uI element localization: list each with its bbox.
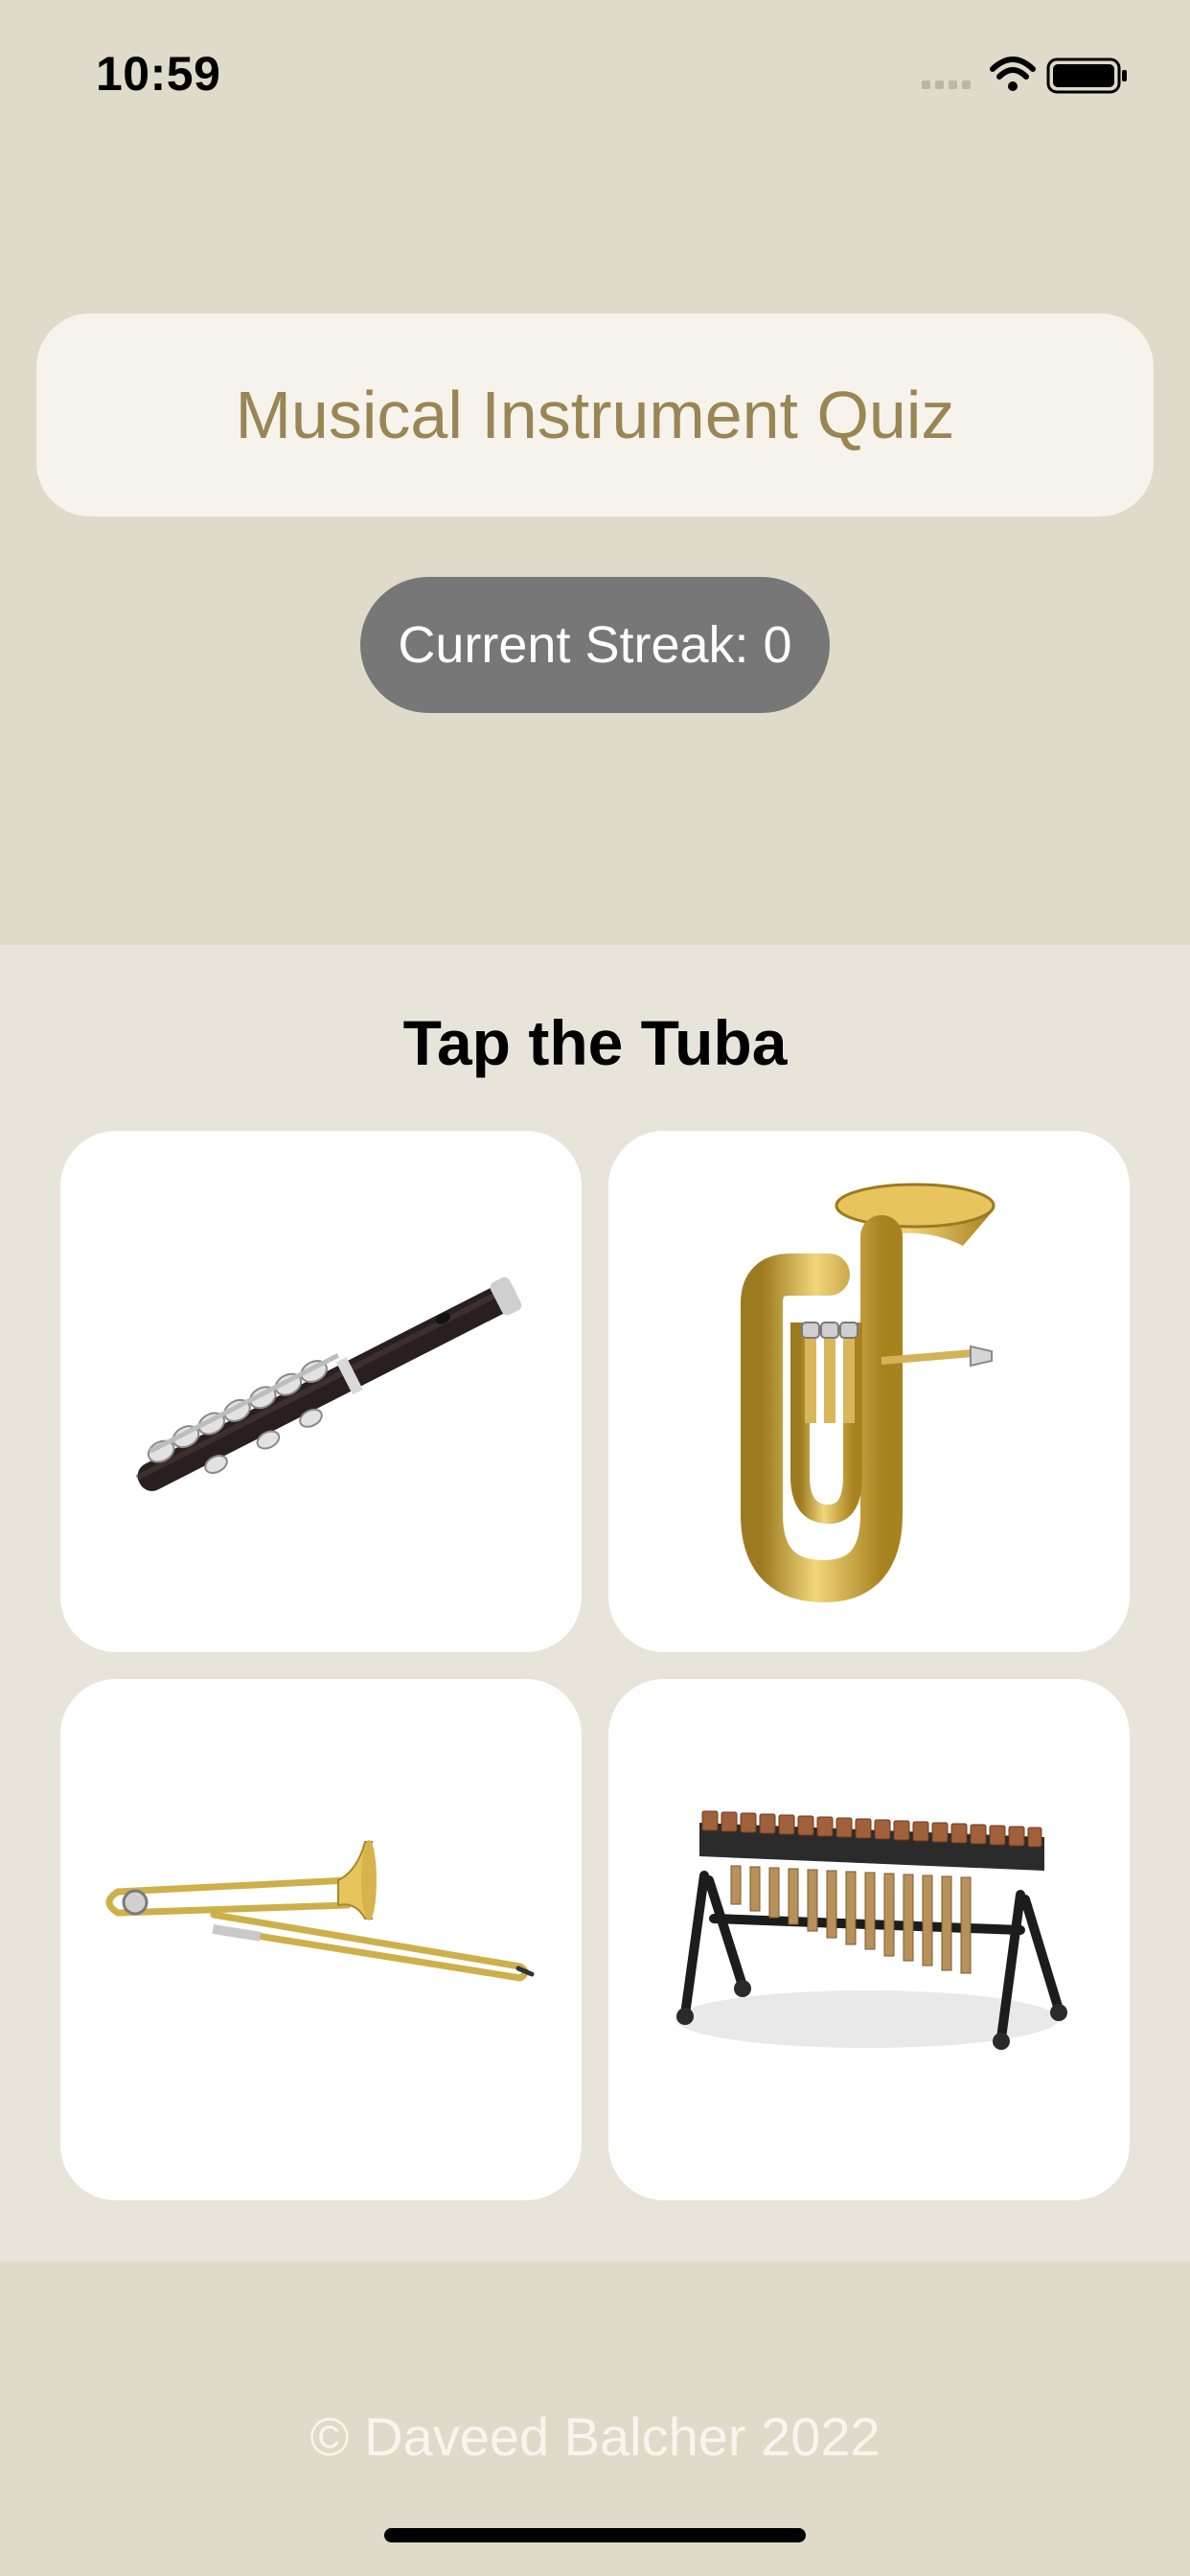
answer-tile-flute[interactable] xyxy=(60,1131,582,1652)
home-indicator[interactable] xyxy=(384,2528,806,2542)
title-card: Musical Instrument Quiz xyxy=(36,313,1154,517)
tuba-image xyxy=(741,1183,995,1603)
status-bar: 10:59 xyxy=(0,0,1190,144)
streak-badge: Current Streak: 0 xyxy=(360,577,830,713)
copyright-footer: © Daveed Balcher 2022 xyxy=(309,2406,881,2467)
answer-tile-trombone[interactable] xyxy=(60,1679,582,2200)
streak-label: Current Streak: 0 xyxy=(398,616,792,674)
flute-image xyxy=(135,1276,522,1491)
status-icons xyxy=(922,57,1127,94)
wifi-icon xyxy=(990,57,1036,91)
status-time: 10:59 xyxy=(96,47,221,101)
app-title: Musical Instrument Quiz xyxy=(235,378,955,452)
cellular-signal-icon xyxy=(922,80,971,89)
battery-icon xyxy=(1046,58,1127,94)
marimba-image xyxy=(675,1810,1067,2050)
quiz-prompt: Tap the Tuba xyxy=(402,1007,788,1078)
trombone-image xyxy=(105,1840,535,1982)
answer-tile-tuba[interactable] xyxy=(608,1131,1130,1652)
answer-tile-marimba[interactable] xyxy=(608,1679,1130,2200)
